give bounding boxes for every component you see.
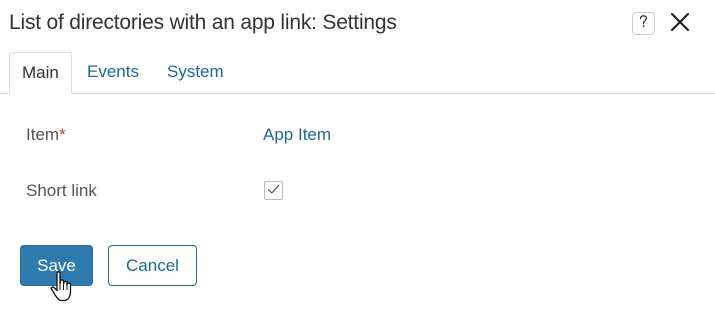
short-link-label: Short link xyxy=(26,181,97,200)
close-button[interactable] xyxy=(668,12,692,36)
cancel-button[interactable]: Cancel xyxy=(108,245,197,286)
close-icon xyxy=(670,12,690,37)
checkmark-icon xyxy=(267,182,280,200)
item-value-link[interactable]: App Item xyxy=(263,125,331,145)
short-link-checkbox[interactable] xyxy=(264,181,283,200)
dialog-title: List of directories with an app link: Se… xyxy=(9,11,397,34)
item-label-text: Item xyxy=(26,125,60,144)
hand-pointer-icon xyxy=(49,270,75,304)
tab-events[interactable]: Events xyxy=(87,52,139,93)
help-button[interactable] xyxy=(632,12,655,35)
item-field-label: Item* xyxy=(26,125,66,145)
question-icon xyxy=(637,14,650,34)
tab-system[interactable]: System xyxy=(167,52,224,93)
required-marker: * xyxy=(59,125,66,144)
tab-bar: Main Events System xyxy=(0,52,715,94)
tab-main[interactable]: Main xyxy=(9,52,72,94)
settings-dialog: List of directories with an app link: Se… xyxy=(0,0,715,320)
